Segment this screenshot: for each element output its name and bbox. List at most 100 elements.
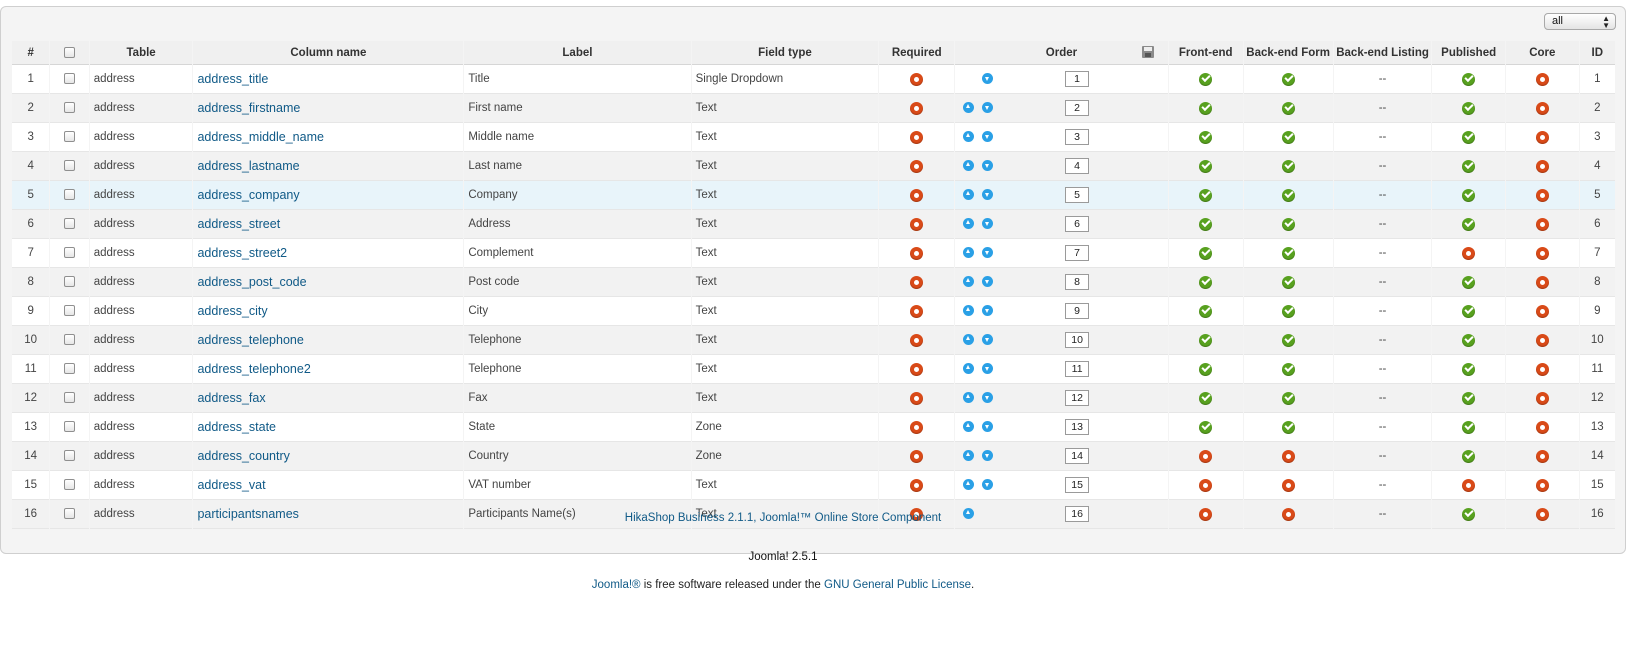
published-green-check-icon[interactable]	[1462, 130, 1476, 144]
front-end-green-check-icon[interactable]	[1199, 391, 1213, 405]
front-end-green-check-icon[interactable]	[1199, 246, 1213, 260]
row-checkbox[interactable]	[64, 305, 76, 317]
row-checkbox[interactable]	[64, 363, 76, 375]
row-checkbox[interactable]	[64, 189, 76, 201]
arrow-up-icon[interactable]	[963, 421, 975, 432]
published-red-circle-icon[interactable]	[1462, 246, 1476, 260]
front-end-green-check-icon[interactable]	[1199, 130, 1213, 144]
row-checkbox[interactable]	[64, 276, 76, 288]
required-red-circle-icon[interactable]	[910, 478, 924, 492]
required-red-circle-icon[interactable]	[910, 246, 924, 260]
header-field-type[interactable]: Field type	[691, 41, 879, 65]
core-red-circle-icon[interactable]	[1535, 333, 1549, 347]
required-red-circle-icon[interactable]	[910, 188, 924, 202]
front-end-green-check-icon[interactable]	[1199, 362, 1213, 376]
order-input[interactable]: 15	[1065, 477, 1090, 493]
core-red-circle-icon[interactable]	[1535, 362, 1549, 376]
published-red-circle-icon[interactable]	[1462, 478, 1476, 492]
row-checkbox[interactable]	[64, 102, 76, 114]
front-end-green-check-icon[interactable]	[1199, 159, 1213, 173]
front-end-green-check-icon[interactable]	[1199, 101, 1213, 115]
row-column-name-link[interactable]: address_lastname	[197, 159, 299, 173]
arrow-up-icon[interactable]	[963, 218, 975, 229]
front-end-green-check-icon[interactable]	[1199, 420, 1213, 434]
row-column-name-link[interactable]: address_telephone2	[197, 362, 310, 376]
back-end-form-green-check-icon[interactable]	[1281, 159, 1295, 173]
row-checkbox[interactable]	[64, 421, 76, 433]
core-red-circle-icon[interactable]	[1535, 304, 1549, 318]
arrow-down-icon[interactable]	[982, 363, 994, 374]
published-green-check-icon[interactable]	[1462, 159, 1476, 173]
required-red-circle-icon[interactable]	[910, 449, 924, 463]
row-checkbox[interactable]	[64, 334, 76, 346]
core-red-circle-icon[interactable]	[1535, 391, 1549, 405]
order-input[interactable]: 12	[1065, 390, 1090, 406]
back-end-form-green-check-icon[interactable]	[1281, 130, 1295, 144]
required-red-circle-icon[interactable]	[910, 159, 924, 173]
published-green-check-icon[interactable]	[1462, 333, 1476, 347]
required-red-circle-icon[interactable]	[910, 217, 924, 231]
core-red-circle-icon[interactable]	[1535, 188, 1549, 202]
front-end-green-check-icon[interactable]	[1199, 304, 1213, 318]
arrow-up-icon[interactable]	[963, 305, 975, 316]
row-checkbox[interactable]	[64, 392, 76, 404]
order-input[interactable]: 1	[1065, 71, 1090, 87]
arrow-down-icon[interactable]	[982, 276, 994, 287]
published-green-check-icon[interactable]	[1462, 217, 1476, 231]
header-order[interactable]: Order	[955, 41, 1168, 65]
core-red-circle-icon[interactable]	[1535, 101, 1549, 115]
front-end-green-check-icon[interactable]	[1199, 72, 1213, 86]
arrow-down-icon[interactable]	[982, 160, 994, 171]
arrow-down-icon[interactable]	[982, 421, 994, 432]
row-checkbox[interactable]	[64, 247, 76, 259]
required-red-circle-icon[interactable]	[910, 275, 924, 289]
front-end-green-check-icon[interactable]	[1199, 217, 1213, 231]
arrow-down-icon[interactable]	[982, 102, 994, 113]
arrow-up-icon[interactable]	[963, 189, 975, 200]
arrow-down-icon[interactable]	[982, 131, 994, 142]
order-input[interactable]: 13	[1065, 419, 1090, 435]
row-column-name-link[interactable]: address_title	[197, 72, 268, 86]
published-green-check-icon[interactable]	[1462, 101, 1476, 115]
gpl-link[interactable]: GNU General Public License	[824, 579, 971, 591]
row-column-name-link[interactable]: address_state	[197, 420, 276, 434]
back-end-form-green-check-icon[interactable]	[1281, 391, 1295, 405]
arrow-down-icon[interactable]	[982, 218, 994, 229]
header-table[interactable]: Table	[89, 41, 193, 65]
arrow-down-icon[interactable]	[982, 73, 994, 84]
arrow-up-icon[interactable]	[963, 479, 975, 490]
published-green-check-icon[interactable]	[1462, 304, 1476, 318]
row-column-name-link[interactable]: address_vat	[197, 478, 265, 492]
order-input[interactable]: 2	[1065, 100, 1090, 116]
row-column-name-link[interactable]: address_telephone	[197, 333, 303, 347]
arrow-up-icon[interactable]	[963, 276, 975, 287]
back-end-form-green-check-icon[interactable]	[1281, 188, 1295, 202]
arrow-down-icon[interactable]	[982, 450, 994, 461]
front-end-green-check-icon[interactable]	[1199, 275, 1213, 289]
row-column-name-link[interactable]: address_street	[197, 217, 280, 231]
row-checkbox[interactable]	[64, 131, 76, 143]
header-published[interactable]: Published	[1432, 41, 1505, 65]
arrow-up-icon[interactable]	[963, 363, 975, 374]
front-end-red-circle-icon[interactable]	[1199, 449, 1213, 463]
published-green-check-icon[interactable]	[1462, 275, 1476, 289]
published-green-check-icon[interactable]	[1462, 188, 1476, 202]
row-column-name-link[interactable]: address_firstname	[197, 101, 300, 115]
order-input[interactable]: 9	[1065, 303, 1090, 319]
front-end-green-check-icon[interactable]	[1199, 188, 1213, 202]
row-column-name-link[interactable]: address_fax	[197, 391, 265, 405]
required-red-circle-icon[interactable]	[910, 391, 924, 405]
arrow-up-icon[interactable]	[963, 334, 975, 345]
arrow-up-icon[interactable]	[963, 102, 975, 113]
published-green-check-icon[interactable]	[1462, 449, 1476, 463]
order-input[interactable]: 5	[1065, 187, 1090, 203]
required-red-circle-icon[interactable]	[910, 101, 924, 115]
back-end-form-green-check-icon[interactable]	[1281, 333, 1295, 347]
header-column-name[interactable]: Column name	[193, 41, 464, 65]
arrow-down-icon[interactable]	[982, 479, 994, 490]
row-checkbox[interactable]	[64, 160, 76, 172]
table-filter-select[interactable]: all ▲ ▼	[1544, 13, 1616, 30]
order-input[interactable]: 7	[1065, 245, 1090, 261]
back-end-form-red-circle-icon[interactable]	[1281, 449, 1295, 463]
header-back-end-listing[interactable]: Back-end Listing	[1333, 41, 1432, 65]
